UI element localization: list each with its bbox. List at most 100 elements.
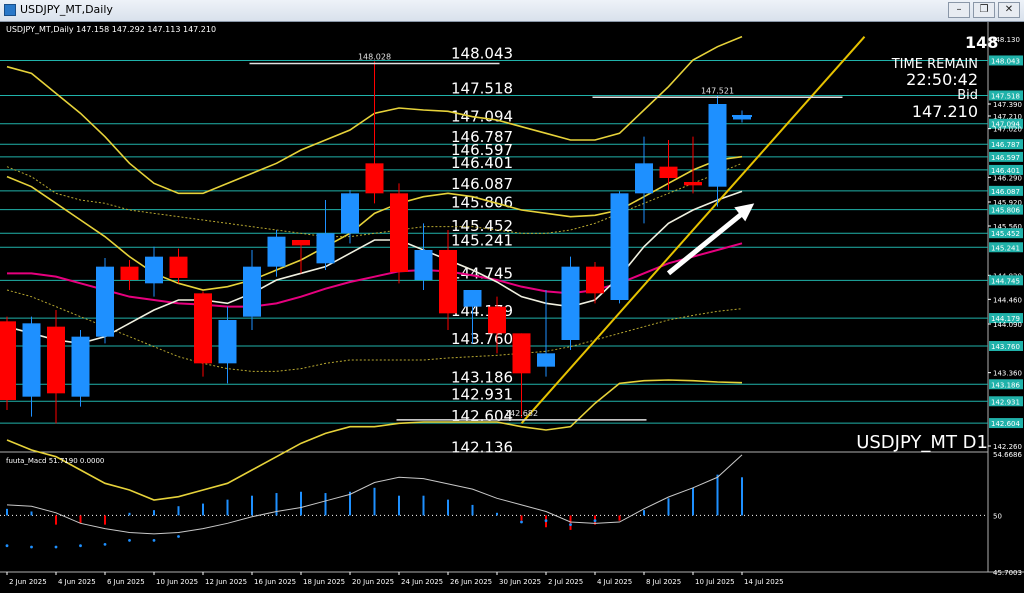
time-axis-label: 4 Jun 2025: [58, 578, 96, 586]
level-label: 146.401: [451, 154, 513, 172]
time-axis-label: 6 Jun 2025: [107, 578, 145, 586]
time-axis-label: 30 Jun 2025: [499, 578, 541, 586]
candle-body: [365, 163, 384, 194]
time-axis-label: 20 Jun 2025: [352, 578, 394, 586]
time-axis-label: 8 Jul 2025: [646, 578, 681, 586]
price-axis-label: 145.241: [991, 244, 1020, 252]
time-axis-label: 10 Jun 2025: [156, 578, 198, 586]
ohlc-header: USDJPY_MT,Daily 147.158 147.292 147.113 …: [6, 25, 216, 34]
candle-body: [610, 193, 629, 300]
price-axis-label: 148.043: [991, 57, 1020, 65]
candle: [610, 191, 629, 304]
candle: [96, 258, 114, 344]
candle-body: [145, 256, 163, 284]
candle-body: [561, 266, 580, 340]
candle: [390, 183, 408, 284]
macd-dot: [544, 519, 548, 523]
chart-window-icon: [4, 4, 16, 16]
price-axis-label: 145.452: [991, 230, 1020, 238]
candle-body: [537, 353, 555, 367]
candle-body: [414, 250, 433, 280]
bid-label: Bid: [957, 88, 978, 103]
price-axis-label: 143.760: [991, 343, 1020, 351]
window-title: USDJPY_MT,Daily: [20, 3, 113, 16]
candle-body: [439, 250, 457, 314]
candle-body: [71, 336, 90, 397]
candle-body: [659, 166, 678, 178]
candle-body: [390, 193, 408, 272]
window-titlebar: USDJPY_MT,Daily – ❐ ✕: [0, 0, 1024, 22]
macd-dot: [520, 520, 523, 524]
price-axis-label: 145.806: [991, 207, 1020, 215]
candle-body: [47, 326, 65, 394]
candle-body: [708, 104, 727, 187]
macd-dot: [569, 523, 572, 527]
candle-body: [341, 193, 359, 234]
candle-body: [243, 266, 261, 317]
price-axis-label: 144.460: [993, 296, 1022, 304]
time-axis-label: 4 Jul 2025: [597, 578, 632, 586]
level-label: 142.931: [451, 385, 513, 403]
macd-dot: [177, 535, 180, 538]
macd-dot: [593, 519, 597, 523]
candle-body: [0, 321, 16, 400]
time-axis-label: 12 Jun 2025: [205, 578, 247, 586]
macd-dot: [152, 539, 156, 542]
time-remain-value: 22:50:42: [906, 70, 978, 89]
candle-body: [316, 233, 335, 264]
candle-body: [169, 256, 188, 278]
candle-body: [512, 333, 531, 374]
time-axis-label: 24 Jun 2025: [401, 578, 443, 586]
candle: [71, 330, 90, 407]
macd-dot: [103, 542, 107, 546]
candle-body: [218, 320, 237, 364]
price-axis-label: 147.020: [993, 126, 1022, 134]
time-axis-label: 18 Jun 2025: [303, 578, 345, 586]
candle: [0, 316, 16, 410]
close-icon[interactable]: ✕: [998, 2, 1020, 18]
time-axis-label: 26 Jun 2025: [450, 578, 492, 586]
time-axis-label: 14 Jul 2025: [744, 578, 784, 586]
macd-axis-label: 50: [993, 512, 1002, 520]
level-label: 143.186: [451, 368, 513, 386]
candle-body: [684, 182, 702, 186]
minimize-icon[interactable]: –: [948, 2, 970, 18]
candle-body: [96, 266, 114, 337]
time-axis-label: 16 Jun 2025: [254, 578, 296, 586]
candle-body: [194, 293, 212, 364]
candle-body: [267, 236, 286, 267]
time-axis-label: 2 Jul 2025: [548, 578, 583, 586]
symbol-watermark: USDJPY_MT D1: [856, 432, 988, 453]
candle-body: [586, 266, 604, 294]
candle-body: [120, 266, 139, 280]
price-axis-label: 142.931: [991, 398, 1020, 406]
candle-body: [463, 290, 482, 307]
time-axis-label: 10 Jul 2025: [695, 578, 735, 586]
annotation-label: 147.521: [701, 86, 734, 95]
macd-dot: [5, 544, 9, 548]
macd-dot: [128, 539, 131, 542]
price-axis-label: 144.090: [993, 321, 1022, 329]
macd-dot: [54, 545, 58, 549]
annotation-label: 148.028: [358, 52, 391, 61]
level-label: 147.094: [451, 108, 513, 126]
price-axis-label: 142.604: [991, 420, 1020, 428]
macd-dot: [30, 545, 33, 549]
candle-body: [635, 163, 653, 194]
candle: [561, 256, 580, 350]
level-label: 145.806: [451, 194, 513, 212]
price-chart[interactable]: 148.043 147.518 147.094 146.787 146.597 146.4…: [0, 22, 1024, 593]
price-axis-label: 147.390: [993, 101, 1022, 109]
level-label: 145.241: [451, 231, 513, 249]
bid-value: 147.210: [912, 102, 978, 121]
macd-axis-label: 45.7003: [993, 569, 1022, 577]
candle-body: [22, 323, 41, 397]
time-axis-label: 2 Jun 2025: [9, 578, 47, 586]
price-axis-label: 146.597: [991, 154, 1020, 162]
candle-body: [292, 240, 310, 246]
restore-icon[interactable]: ❐: [973, 2, 995, 18]
macd-title: fuuta_Macd 51.7190 0.0000: [6, 457, 104, 465]
level-label: 148.043: [451, 44, 513, 62]
price-axis-label: 146.787: [991, 141, 1020, 149]
info-top-partial: 148: [965, 33, 998, 52]
